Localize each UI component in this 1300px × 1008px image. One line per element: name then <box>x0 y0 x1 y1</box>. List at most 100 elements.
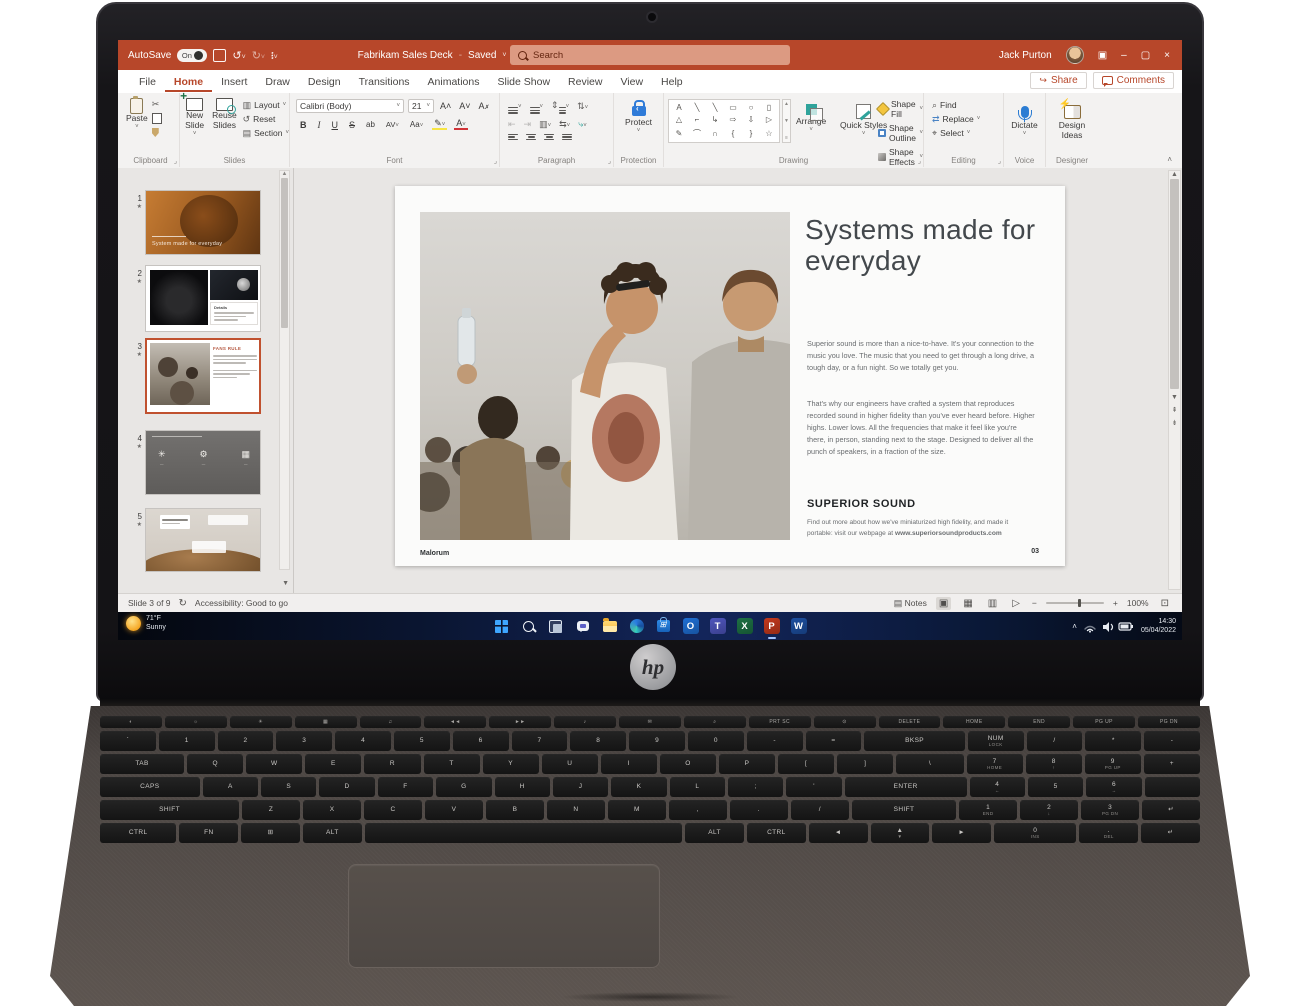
editing-dialog-launcher-icon[interactable]: ⌟ <box>998 157 1001 165</box>
key-2-[interactable]: 2 ↓ <box>1020 800 1079 820</box>
key-alt[interactable]: ALT <box>685 823 744 843</box>
tab-help[interactable]: Help <box>652 72 692 92</box>
reset-button[interactable]: ↺ Reset <box>243 114 289 124</box>
slide-thumbnail-5[interactable] <box>145 508 261 572</box>
next-slide-button[interactable]: ⇟ <box>1172 419 1178 427</box>
zoom-in-button[interactable]: + <box>1113 598 1118 608</box>
key-home[interactable]: HOME <box>943 716 1006 728</box>
search-input[interactable]: Search <box>510 45 790 65</box>
tab-slide-show[interactable]: Slide Show <box>489 72 560 92</box>
format-painter-button[interactable] <box>151 128 159 137</box>
tab-animations[interactable]: Animations <box>419 72 489 92</box>
key--[interactable]: ↵ <box>1142 800 1201 820</box>
tab-home[interactable]: Home <box>164 72 213 92</box>
underline-button[interactable]: U <box>330 120 341 130</box>
shape-icon[interactable]: ▷ <box>766 115 772 124</box>
word-icon[interactable]: W <box>790 617 808 635</box>
key--[interactable]: ▲ ▼ <box>870 823 930 843</box>
smartart-button[interactable]: ⤷˅ <box>578 119 587 130</box>
key-1-end[interactable]: 1 END <box>959 800 1018 820</box>
key-3[interactable]: 3 <box>276 731 333 751</box>
key-b[interactable]: B <box>486 800 544 820</box>
redo-icon[interactable]: ↻˅ <box>252 49 265 62</box>
key-enter[interactable]: ENTER <box>844 777 967 797</box>
shape-icon[interactable]: ⇩ <box>748 115 755 124</box>
close-button[interactable]: × <box>1164 50 1170 61</box>
key-fn[interactable]: FN <box>179 823 239 843</box>
change-case-button[interactable]: Aa˅ <box>408 120 425 129</box>
shape-gallery-scrollbar[interactable]: ▲ ▼ ≡ <box>782 99 791 143</box>
key--[interactable]: + <box>1143 754 1200 774</box>
shape-icon[interactable]: } <box>750 129 753 138</box>
key--[interactable]: ☼ <box>164 716 227 728</box>
key--[interactable]: \ <box>896 754 964 774</box>
tab-view[interactable]: View <box>611 72 652 92</box>
key-5[interactable]: 5 <box>1027 777 1084 797</box>
user-name[interactable]: Jack Purton <box>999 50 1052 61</box>
design-ideas-button[interactable]: Design Ideas <box>1046 93 1098 141</box>
edge-icon[interactable] <box>628 617 646 635</box>
key--[interactable]: ◄◄ <box>424 716 487 728</box>
share-button[interactable]: ↪ Share <box>1030 72 1087 89</box>
reading-view-button[interactable]: ▥ <box>985 597 1000 610</box>
key-d[interactable]: D <box>319 777 375 797</box>
key--[interactable]: - <box>746 731 803 751</box>
cut-button[interactable]: ✂ <box>152 100 162 109</box>
tab-transitions[interactable]: Transitions <box>350 72 419 92</box>
key--[interactable]: ⊞ <box>241 823 300 843</box>
scroll-down-icon[interactable]: ▼ <box>1171 394 1178 401</box>
notes-button[interactable]: ▤ Notes <box>894 598 927 609</box>
shape-outline-button[interactable]: Shape Outline ˅ <box>878 123 923 143</box>
key-t[interactable]: T <box>423 754 480 774</box>
key-r[interactable]: R <box>364 754 421 774</box>
zoom-level[interactable]: 100% <box>1127 598 1149 608</box>
key-3-pg-dn[interactable]: 3 PG DN <box>1081 800 1140 820</box>
key-h[interactable]: H <box>494 777 550 797</box>
previous-slide-button[interactable]: ⇞ <box>1172 406 1178 414</box>
highlight-color-button[interactable]: ✎˅ <box>432 119 448 130</box>
shape-icon[interactable]: ╲ <box>713 103 718 112</box>
quick-access-toolbar-icon[interactable]: ᎒˅ <box>271 48 278 63</box>
key-y[interactable]: Y <box>482 754 539 774</box>
bold-button[interactable]: B <box>298 120 309 130</box>
key-num-lock[interactable]: NUM LOCK <box>967 731 1024 751</box>
key-1[interactable]: 1 <box>158 731 215 751</box>
key-a[interactable]: A <box>202 777 259 797</box>
shape-icon[interactable]: ☆ <box>765 129 772 138</box>
key--[interactable]: = <box>805 731 862 751</box>
key-alt[interactable]: ALT <box>302 823 362 843</box>
key--[interactable]: ; <box>728 777 784 797</box>
collapse-ribbon-icon[interactable]: ˄ <box>1167 155 1172 164</box>
key--[interactable]: ► <box>932 823 992 843</box>
slide-body-paragraph-2[interactable]: That's why our engineers have crafted a … <box>807 398 1035 458</box>
key-blank[interactable] <box>1144 777 1201 797</box>
key--[interactable]: ▦ <box>294 716 357 728</box>
layout-button[interactable]: ▥ Layout ˅ <box>243 100 289 110</box>
key-6[interactable]: 6 <box>452 731 509 751</box>
key-tab[interactable]: TAB <box>100 754 185 774</box>
key-v[interactable]: V <box>425 800 483 820</box>
tab-insert[interactable]: Insert <box>212 72 256 92</box>
shape-icon[interactable]: ○ <box>749 103 754 112</box>
zoom-slider[interactable] <box>1045 599 1104 607</box>
font-color-button[interactable]: A˅ <box>454 119 468 130</box>
key-caps[interactable]: CAPS <box>100 777 200 797</box>
shape-icon[interactable]: ⌐ <box>695 115 700 124</box>
tab-review[interactable]: Review <box>559 72 611 92</box>
zoom-out-button[interactable]: − <box>1032 598 1037 608</box>
key--[interactable]: ☀ <box>229 716 292 728</box>
key--[interactable]: ◄ <box>808 823 868 843</box>
tab-draw[interactable]: Draw <box>256 72 299 92</box>
key-m[interactable]: M <box>607 800 666 820</box>
increase-font-size-button[interactable]: A˄ <box>438 101 453 111</box>
document-title[interactable]: Fabrikam Sales Deck <box>358 50 453 61</box>
align-center-button[interactable] <box>526 133 536 141</box>
key-n[interactable]: N <box>546 800 605 820</box>
teams-icon[interactable]: T <box>709 617 727 635</box>
tray-status-icons[interactable] <box>1083 619 1135 633</box>
autosave-toggle[interactable]: On <box>177 48 208 62</box>
key-u[interactable]: U <box>541 754 598 774</box>
slide-thumbnail-3[interactable]: FANS RULE <box>145 338 261 414</box>
key-k[interactable]: K <box>611 777 667 797</box>
start-icon[interactable] <box>493 617 511 635</box>
